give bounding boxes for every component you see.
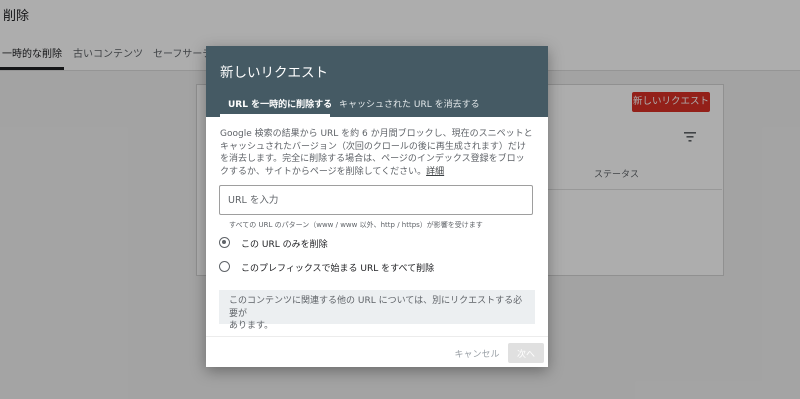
footer-divider xyxy=(206,336,548,337)
dialog-description: Google 検索の結果から URL を約 6 か月間ブロックし、現在のスニペッ… xyxy=(220,128,536,178)
info-text-line: このコンテンツに関連する他の URL については、別にリクエストする必要が xyxy=(229,296,523,319)
learn-more-link[interactable]: 詳細 xyxy=(426,167,444,177)
info-text-line: あります。 xyxy=(229,321,274,331)
info-box: このコンテンツに関連する他の URL については、別にリクエストする必要が あり… xyxy=(219,290,535,331)
radio-label: このプレフィックスで始まる URL をすべて削除 xyxy=(241,264,435,274)
description-line: クするか、サイトからページを削除してください。 xyxy=(220,166,427,177)
tab-remove-url-temporarily[interactable]: URL を一時的に削除する xyxy=(228,97,332,110)
next-button[interactable]: 次へ xyxy=(508,343,544,363)
dialog-title: 新しいリクエスト xyxy=(220,65,328,81)
cancel-button[interactable]: キャンセル xyxy=(450,344,504,362)
url-helper-text: すべての URL のパターン（www / www 以外、http / https… xyxy=(229,221,483,229)
radio-button-checked[interactable] xyxy=(219,237,230,248)
description-line: Google 検索の結果から URL を約 6 か月間ブロックし、現在のスニペッ… xyxy=(220,129,533,139)
description-line: キャッシュされたバージョン（次回のクロールの後に再生成されます）だけ xyxy=(220,141,526,152)
new-request-dialog: 新しいリクエスト URL を一時的に削除する キャッシュされた URL を消去す… xyxy=(206,46,548,367)
url-input[interactable] xyxy=(219,185,533,215)
radio-button-unchecked[interactable] xyxy=(219,261,230,272)
tab-clear-cached-url[interactable]: キャッシュされた URL を消去する xyxy=(339,97,480,110)
dialog-tab-indicator xyxy=(220,114,330,117)
dialog-header: 新しいリクエスト URL を一時的に削除する キャッシュされた URL を消去す… xyxy=(206,46,548,117)
description-line: を消去します。完全に削除する場合は、ページのインデックス登録をブロッ xyxy=(220,154,525,164)
radio-label: この URL のみを削除 xyxy=(241,240,328,250)
